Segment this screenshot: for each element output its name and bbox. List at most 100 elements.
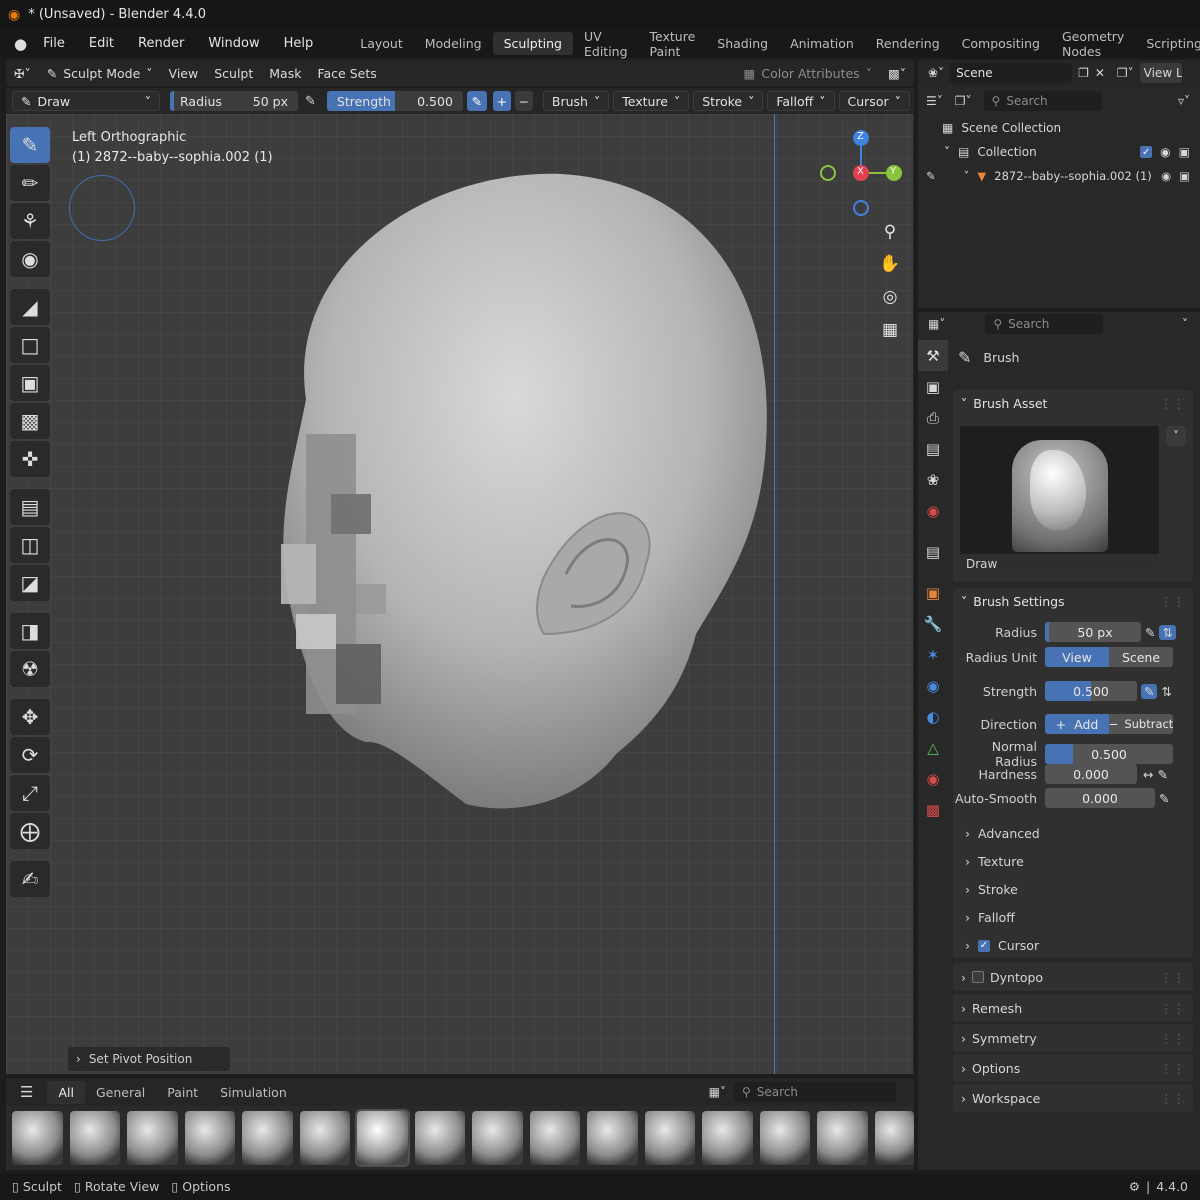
outliner-row-object[interactable]: ✎ ˅ ▼ 2872--baby--sophia.002 (1) ◉ ▣ <box>918 164 1200 188</box>
falloff-menu[interactable]: Falloff ˅ <box>767 91 835 111</box>
radius-unit-view[interactable]: View <box>1045 647 1109 667</box>
tab-animation[interactable]: Animation <box>779 32 865 55</box>
filter-icon[interactable]: ▿˅ <box>1178 94 1190 108</box>
tab-sculpting[interactable]: Sculpting <box>492 32 573 55</box>
material-tab-icon[interactable]: ◉ <box>918 763 948 794</box>
eye-icon[interactable]: ◉ <box>1160 145 1170 159</box>
outliner-row-scene-collection[interactable]: ▦ Scene Collection <box>918 116 1200 140</box>
pan-hand-icon[interactable]: ✋ <box>875 249 905 279</box>
tab-shading[interactable]: Shading <box>706 32 779 55</box>
shelf-search-input[interactable]: ⚲ Search <box>734 1082 896 1102</box>
radius-pressure-icon[interactable]: ✎ <box>1145 625 1155 640</box>
outliner-search-input[interactable]: ⚲ Search <box>983 91 1102 111</box>
cursor-menu[interactable]: Cursor ˅ <box>838 91 910 111</box>
brush-thumb-blob[interactable] <box>12 1111 63 1165</box>
stroke-menu[interactable]: Stroke ˅ <box>693 91 764 111</box>
trim-box-tool-icon[interactable]: ▩ <box>10 403 50 439</box>
subpanel-stroke[interactable]: › Stroke <box>965 882 1018 897</box>
filter-view-icon[interactable]: ❐˅ <box>955 94 972 108</box>
tool-tab-icon[interactable]: ⚒ <box>918 340 948 371</box>
radius-pressure-icon[interactable]: ✎ <box>302 94 319 109</box>
strength-scale-icon[interactable]: ⇅ <box>1161 684 1171 699</box>
subpanel-texture[interactable]: › Texture <box>965 854 1024 869</box>
menu-face-sets[interactable]: Face Sets <box>309 63 384 84</box>
strength-pressure-icon[interactable]: ✎ <box>466 91 487 111</box>
direction-add-icon[interactable]: + <box>492 91 511 111</box>
chevron-down-icon[interactable]: ˅ <box>1182 317 1188 331</box>
brush-thumb-clay-thumb[interactable] <box>184 1111 235 1165</box>
brush-thumb-blob-2[interactable] <box>529 1111 580 1165</box>
zoom-icon[interactable]: ⚲ <box>875 217 905 247</box>
auto-smooth-pressure-icon[interactable]: ✎ <box>1159 791 1169 806</box>
face-set-box-tool-icon[interactable]: ▣ <box>10 365 50 401</box>
hide-box-tool-icon[interactable]: □ <box>10 327 50 363</box>
brush-asset-dropdown[interactable]: ˅ <box>1166 426 1186 446</box>
menu-help[interactable]: Help <box>272 36 326 51</box>
panel-options[interactable]: › Options ⋮⋮ <box>953 1054 1193 1082</box>
physics-tab-icon[interactable]: ◉ <box>918 670 948 701</box>
view-layer-icon[interactable]: ❐˅ <box>1117 66 1134 80</box>
camera-icon[interactable]: ◎ <box>875 282 905 312</box>
properties-search-input[interactable]: ⚲ Search <box>985 314 1104 334</box>
dyntopo-checkbox[interactable] <box>972 971 984 983</box>
world-tab-icon[interactable]: ◉ <box>918 495 948 526</box>
modifier-tab-icon[interactable]: 🔧 <box>918 608 948 639</box>
mask-box-tool-icon[interactable]: ◢ <box>10 289 50 325</box>
tab-geometry-nodes[interactable]: Geometry Nodes <box>1051 25 1135 63</box>
cursor-checkbox[interactable]: ✓ <box>978 939 990 952</box>
tab-texture-paint[interactable]: Texture Paint <box>639 25 707 63</box>
scene-tab-icon[interactable]: ❀ <box>918 464 948 495</box>
move-tool-icon[interactable]: ✥ <box>10 699 50 735</box>
menu-sculpt[interactable]: Sculpt <box>206 63 261 84</box>
strength-pressure-icon[interactable]: ✎ <box>1141 683 1158 699</box>
shelf-tab-all[interactable]: All <box>47 1080 85 1104</box>
brush-thumb-crease[interactable] <box>242 1111 293 1165</box>
smear-tool-icon[interactable]: ⚘ <box>10 203 50 239</box>
blender-menu-icon[interactable]: ● <box>14 35 27 53</box>
menu-window[interactable]: Window <box>196 36 271 51</box>
menu-edit[interactable]: Edit <box>77 36 126 51</box>
direction-subtract-icon[interactable]: − <box>514 91 533 111</box>
navigation-gizmo[interactable] <box>816 128 906 228</box>
subpanel-advanced[interactable]: › Advanced <box>965 826 1040 841</box>
scene-icon[interactable]: ❀˅ <box>928 66 944 80</box>
eye-icon[interactable]: ◉ <box>1161 169 1171 183</box>
output-tab-icon[interactable]: ⎙ <box>918 402 948 433</box>
data-tab-icon[interactable]: △ <box>918 732 948 763</box>
menu-mask[interactable]: Mask <box>261 63 309 84</box>
paint-tool-icon[interactable]: ✏ <box>10 165 50 201</box>
chevron-down-icon[interactable]: ˅ <box>964 169 970 183</box>
brush-thumb-layer[interactable] <box>414 1111 465 1165</box>
brush-thumb-draw-sharp[interactable] <box>299 1111 350 1165</box>
color-filter-tool-icon[interactable]: ◉ <box>10 241 50 277</box>
texture-tab-icon[interactable]: ▩ <box>918 794 948 825</box>
radius-value-field[interactable]: 50 px <box>1045 622 1141 642</box>
strength-field[interactable]: Strength 0.500 <box>326 91 463 111</box>
color-attributes-dropdown[interactable]: ▦ Color Attributes ˅ <box>736 63 880 84</box>
annotate-tool-icon[interactable]: ✍ <box>10 861 50 897</box>
radius-scale-icon[interactable]: ⇅ <box>1159 624 1176 640</box>
scene-selector[interactable]: Scene <box>950 63 1073 83</box>
hardness-invert-icon[interactable]: ↔ <box>1143 767 1153 782</box>
tab-rendering[interactable]: Rendering <box>865 32 951 55</box>
view-layer-selector[interactable]: View La <box>1139 63 1182 83</box>
render-camera-icon[interactable]: ▣ <box>1179 145 1190 159</box>
menu-file[interactable]: File <box>31 36 77 51</box>
object-tab-icon[interactable]: ▣ <box>918 577 948 608</box>
brush-thumb-fill[interactable] <box>702 1111 753 1165</box>
auto-smooth-field[interactable]: 0.000 <box>1045 788 1155 808</box>
display-mode-icon[interactable]: ☰˅ <box>926 94 943 108</box>
mesh-filter-tool-icon[interactable]: ▤ <box>10 489 50 525</box>
hardness-field[interactable]: 0.000 <box>1045 764 1137 784</box>
view-layer-tab-icon[interactable]: ▤ <box>918 433 948 464</box>
brush-thumb-clay-strips[interactable] <box>127 1111 178 1165</box>
panel-remesh[interactable]: › Remesh ⋮⋮ <box>953 994 1193 1022</box>
shelf-tab-paint[interactable]: Paint <box>156 1081 209 1104</box>
line-project-tool-icon[interactable]: ✜ <box>10 441 50 477</box>
editor-type-icon[interactable]: ✠˅ <box>6 63 39 84</box>
delete-scene-icon[interactable]: ✕ <box>1095 66 1105 80</box>
brush-thumb-draw[interactable] <box>355 1109 410 1167</box>
collection-tab-icon[interactable]: ▤ <box>918 536 948 567</box>
ortho-grid-icon[interactable]: ▦ <box>875 315 905 345</box>
panel-symmetry[interactable]: › Symmetry ⋮⋮ <box>953 1024 1193 1052</box>
